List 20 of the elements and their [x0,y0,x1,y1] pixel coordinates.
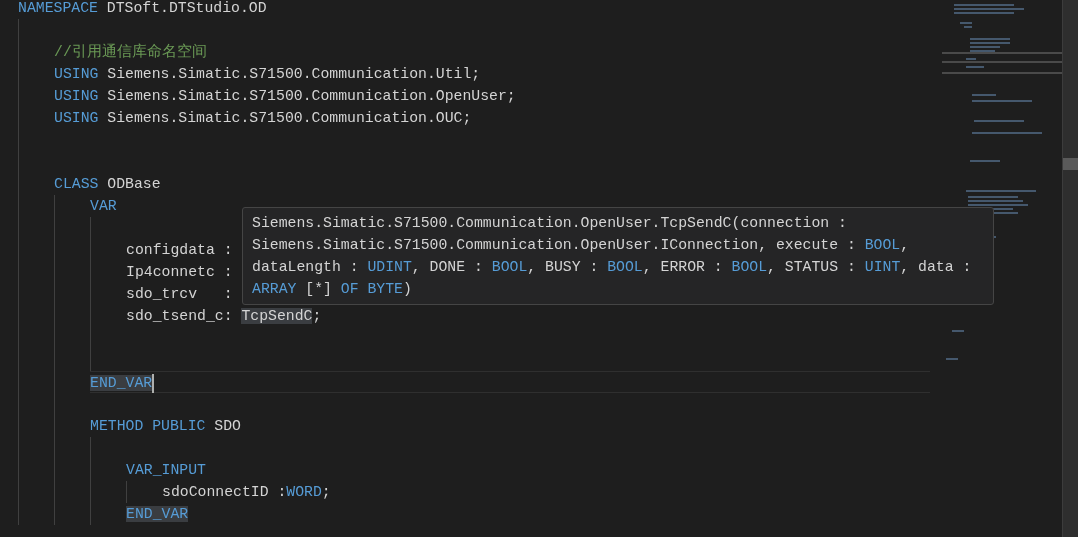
code-line: VAR [90,197,117,216]
scrollbar-thumb[interactable] [1063,158,1078,170]
code-line: VAR_INPUT [126,461,206,480]
code-line: USING Siemens.Simatic.S71500.Communication.OUC; [54,109,472,128]
code-line: CLASS ODBase [54,175,161,194]
code-line: NAMESPACE DTSoft.DTStudio.OD [18,0,267,18]
code-line: Ip4connetc : [126,263,233,282]
code-line: USING Siemens.Simatic.S71500.Communication.Util; [54,65,481,84]
scrollbar[interactable] [1062,0,1078,537]
tooltip-line: Siemens.Simatic.S71500.Communication.OpenUser.IConnection, execute : BOOL, [252,236,910,255]
code-line: METHOD PUBLIC SDO [90,417,241,436]
tooltip-line: Siemens.Simatic.S71500.Communication.OpenUser.TcpSendC(connection : [252,214,847,233]
code-line: sdo_tsend_c: TcpSendC; [126,307,322,326]
code-line: sdoConnectID :WORD; [162,483,331,502]
tooltip-line: dataLength : UDINT, DONE : BOOL, BUSY : BOOL, ERROR : BOOL, STATUS : UINT, data : [252,258,972,277]
tooltip-line: ARRAY [*] OF BYTE) [252,280,412,299]
code-line: //引用通信库命名空间 [54,42,207,62]
code-line: sdo_trcv : [126,285,233,304]
code-line: configdata : [126,241,233,260]
code-line: USING Siemens.Simatic.S71500.Communication.OpenUser; [54,87,516,106]
